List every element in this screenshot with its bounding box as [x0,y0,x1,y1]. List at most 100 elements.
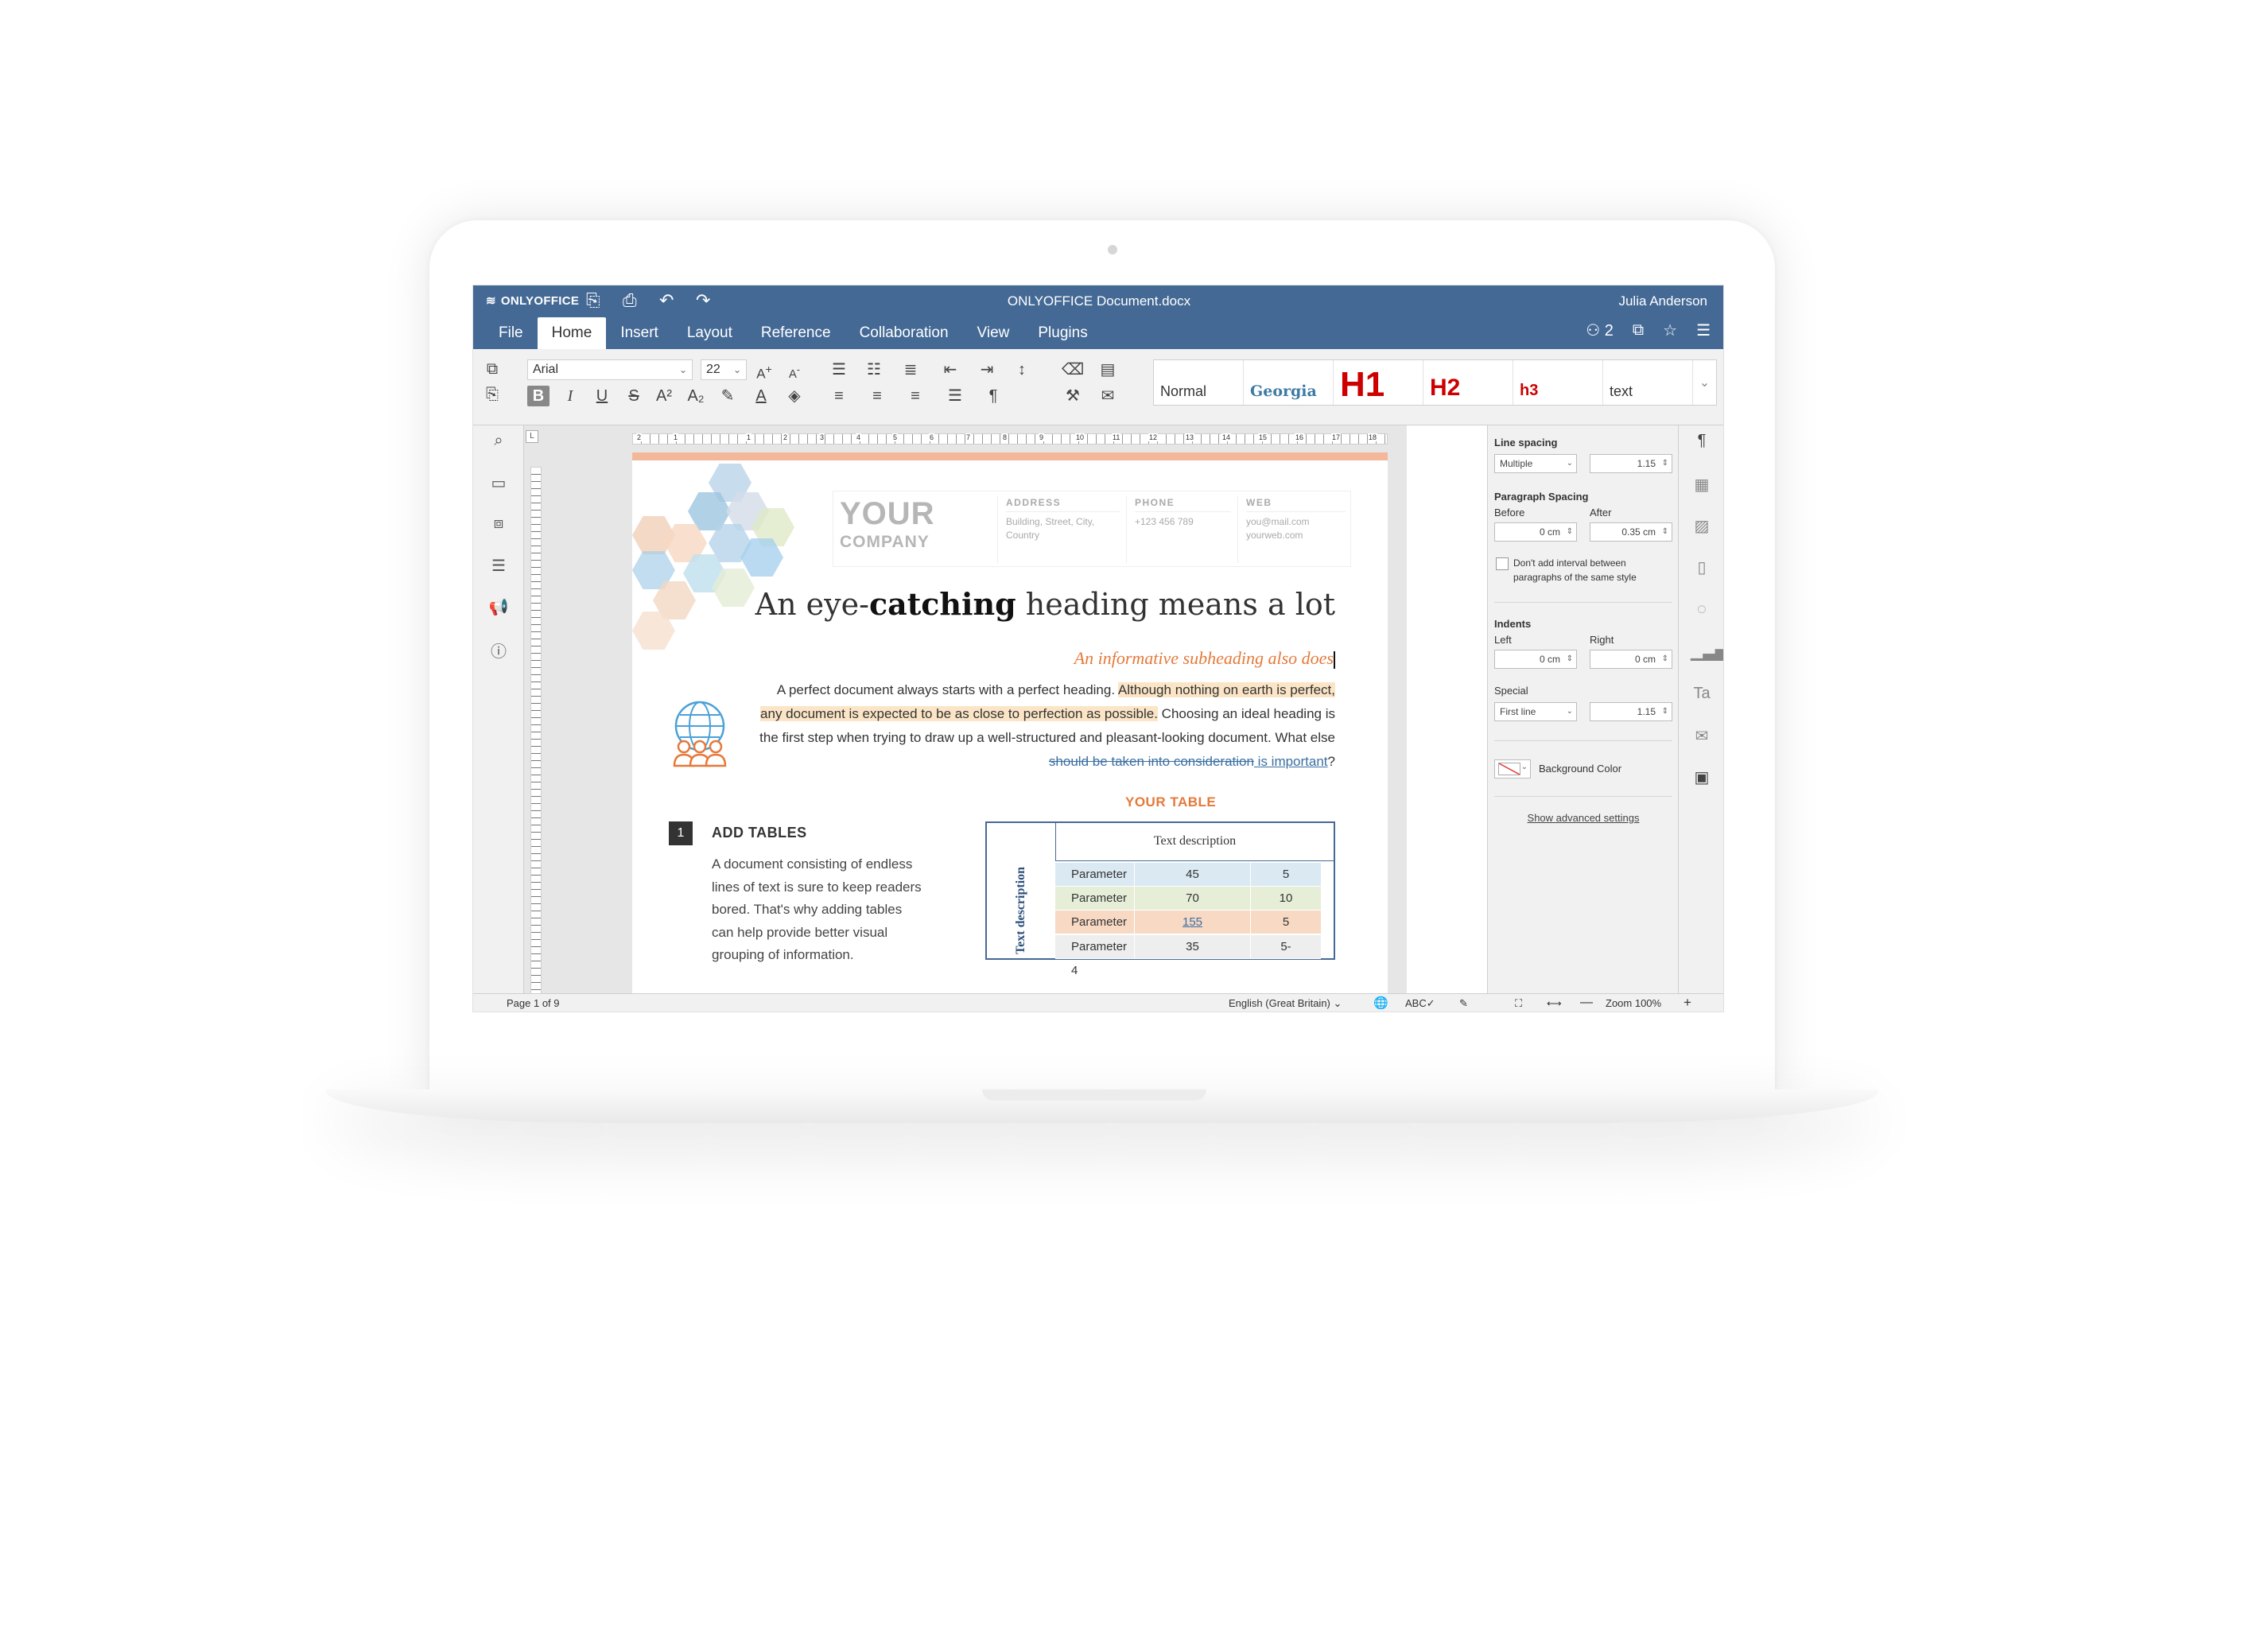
spinner-icon[interactable]: ⇕ [1662,523,1668,541]
mail-merge-settings-icon[interactable]: ✉ [1691,726,1713,746]
menu-layout[interactable]: Layout [673,317,747,349]
style-text[interactable]: text [1603,360,1693,405]
increase-indent-icon[interactable]: ⇥ [976,359,998,380]
paragraph-settings-icon[interactable]: ¶ [1691,432,1713,450]
horizontal-ruler[interactable]: 2 1 1 2 3 4 5 6 7 8 9 10 11 12 13 14 15 16 17 18 [632,433,1388,445]
line-spacing-icon[interactable]: ↕ [1011,359,1033,380]
spinner-icon[interactable]: ⇕ [1567,523,1573,541]
strikethrough-button[interactable]: S [623,386,645,406]
style-h3[interactable]: h3 [1513,360,1603,405]
justify-icon[interactable]: ☰ [944,386,966,406]
subscript-icon[interactable]: A₂ [685,386,707,406]
align-center-icon[interactable]: ≡ [866,386,888,406]
zoom-out-icon[interactable]: — [1580,996,1593,1010]
comments-icon[interactable]: ▭ [487,473,510,493]
font-size-select[interactable]: 22 ⌄ [701,359,747,380]
nonprinting-characters-icon[interactable]: ¶ [982,386,1004,406]
copy-style-icon[interactable]: ⚒ [1062,386,1084,406]
background-color-picker[interactable]: ⌄ [1494,759,1531,779]
navigation-icon[interactable]: ☰ [487,556,510,576]
vertical-ruler[interactable] [530,467,542,998]
align-left-icon[interactable]: ≡ [828,386,850,406]
mail-merge-icon[interactable]: ✉ [1097,386,1119,406]
table-settings-icon[interactable]: ▦ [1691,475,1713,495]
bold-button[interactable]: B [527,386,550,406]
decrease-font-icon[interactable]: A- [783,359,806,385]
open-location-icon[interactable]: ⧉ [1633,321,1644,340]
indent-right-input[interactable]: 0 cm ⇕ [1590,650,1672,669]
spinner-icon[interactable]: ⇕ [1662,650,1668,668]
favorite-star-icon[interactable]: ☆ [1663,320,1677,340]
menu-home[interactable]: Home [537,317,607,349]
spinner-icon[interactable]: ⇕ [1662,703,1668,720]
feedback-megaphone-icon[interactable]: 📢 [487,597,510,617]
about-info-icon[interactable]: ⓘ [487,639,510,662]
special-indent-select[interactable]: First line ⌄ [1494,702,1577,721]
show-advanced-settings-link[interactable]: Show advanced settings [1488,812,1679,824]
page-counter[interactable]: Page 1 of 9 [507,997,560,1009]
spinner-icon[interactable]: ⇕ [1567,650,1573,668]
right-sidebar: ¶ ▦ ▨ ▯ ◌ ▁▃▅ Ta ✉ ▣ [1678,425,1723,998]
align-right-icon[interactable]: ≡ [904,386,926,406]
numbering-icon[interactable]: ☷ [863,359,885,380]
fit-width-icon[interactable]: ⟷ [1547,997,1562,1010]
menu-view[interactable]: View [963,317,1024,349]
fit-page-icon[interactable]: ⛶ [1515,997,1522,1010]
font-name-select[interactable]: Arial ⌄ [527,359,693,380]
spinner-icon[interactable]: ⇕ [1662,455,1668,472]
spacing-after-input[interactable]: 0.35 cm ⇕ [1590,522,1672,542]
style-h1[interactable]: H1 [1334,360,1423,405]
spacing-before-input[interactable]: 0 cm ⇕ [1494,522,1577,542]
language-select[interactable]: English (Great Britain) ⌄ [1229,997,1342,1010]
users-button[interactable]: ⚇ 2 [1586,320,1614,340]
header-footer-icon[interactable]: ▯ [1691,557,1713,577]
no-interval-checkbox[interactable] [1496,557,1509,570]
menu-file[interactable]: File [484,317,538,349]
underline-button[interactable]: U [591,386,613,406]
form-settings-icon[interactable]: ▣ [1691,767,1713,787]
shading-icon[interactable]: ◈ [783,386,806,406]
track-changes-icon[interactable]: ✎ [1459,997,1468,1010]
line-spacing-value-input[interactable]: 1.15 ⇕ [1590,454,1672,473]
special-indent-input[interactable]: 1.15 ⇕ [1590,702,1672,721]
textart-settings-icon[interactable]: Ta [1691,685,1713,703]
paste-icon[interactable]: ⎘ [481,384,503,405]
menu-insert[interactable]: Insert [606,317,673,349]
document-table[interactable]: Text description Text description Parame… [985,821,1335,977]
color-scheme-icon[interactable]: ▤ [1097,359,1119,380]
styles-expand-chevron-icon[interactable]: ⌄ [1693,360,1716,405]
chat-icon[interactable]: ⧈ [487,515,510,533]
italic-button[interactable]: I [559,386,581,406]
menu-collaboration[interactable]: Collaboration [845,317,963,349]
search-icon[interactable]: ⌕ [487,432,510,450]
menu-reference[interactable]: Reference [747,317,845,349]
indent-left-input[interactable]: 0 cm ⇕ [1494,650,1577,669]
zoom-level[interactable]: Zoom 100% [1606,997,1661,1009]
document-language-icon[interactable]: 🌐 [1373,996,1388,1010]
bullets-icon[interactable]: ☰ [828,359,850,380]
style-georgia[interactable]: Georgia [1244,360,1334,405]
image-settings-icon[interactable]: ▨ [1691,516,1713,536]
increase-font-icon[interactable]: A+ [753,359,775,385]
document-page[interactable]: YOUR COMPANY ADDRESS Building, Street, C… [632,452,1388,998]
line-spacing-type-select[interactable]: Multiple ⌄ [1494,454,1577,473]
menu-plugins[interactable]: Plugins [1023,317,1101,349]
style-normal[interactable]: Normal [1154,360,1244,405]
superscript-icon[interactable]: A² [653,386,675,406]
chart-settings-icon[interactable]: ▁▃▅ [1691,642,1723,662]
shape-settings-icon[interactable]: ◌ [1691,600,1713,619]
tab-stop-selector[interactable]: L [526,430,538,443]
highlight-icon[interactable]: ✎ [717,386,739,406]
copy-icon[interactable]: ⧉ [481,359,503,379]
zoom-in-icon[interactable]: + [1684,995,1691,1011]
multilevel-list-icon[interactable]: ≣ [899,359,922,380]
ruler-tick-label: 10 [1075,433,1085,441]
user-name[interactable]: Julia Anderson [1618,293,1707,309]
decrease-indent-icon[interactable]: ⇤ [939,359,961,380]
font-color-icon[interactable]: A [750,386,772,406]
style-h2[interactable]: H2 [1423,360,1513,405]
ruler-tick-label: 1 [673,433,679,441]
hamburger-menu-icon[interactable]: ☰ [1696,320,1711,340]
clear-style-icon[interactable]: ⌫ [1062,359,1084,380]
spellcheck-icon[interactable]: ABC✓ [1405,997,1435,1010]
